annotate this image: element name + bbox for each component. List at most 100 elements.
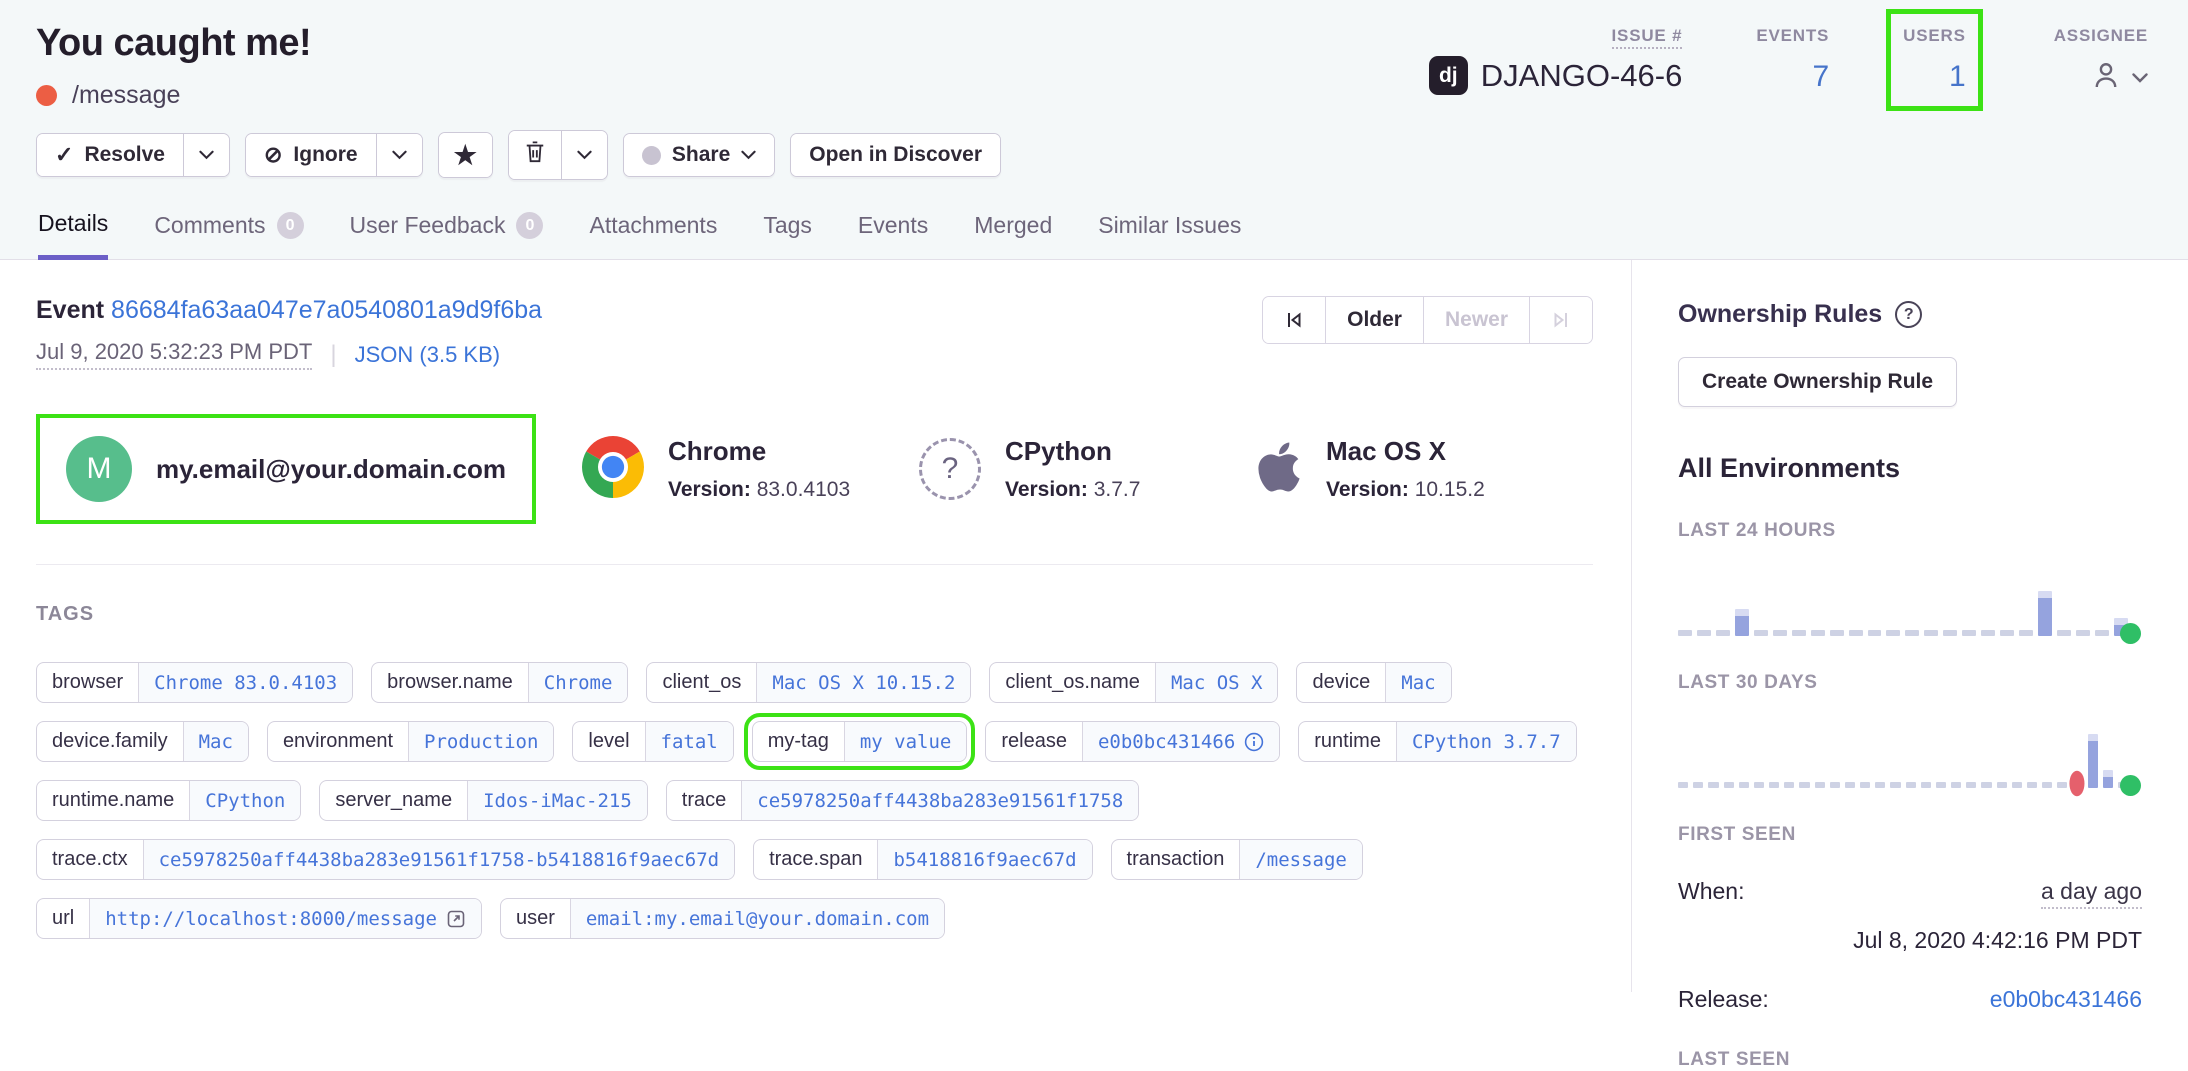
tag-value-link[interactable]: http://localhost:8000/message: [89, 899, 481, 938]
delete-dropdown-button[interactable]: [561, 131, 607, 179]
events-count[interactable]: 7: [1756, 60, 1829, 94]
oldest-event-button[interactable]: [1263, 297, 1325, 343]
issue-short-id-text: DJANGO-46-6: [1481, 58, 1683, 94]
tag-value-link[interactable]: Chrome: [528, 663, 628, 702]
external-link-icon[interactable]: [446, 909, 466, 929]
share-button[interactable]: Share: [624, 134, 774, 176]
tag-key: runtime: [1299, 722, 1396, 761]
tag-key: client_os.name: [990, 663, 1155, 702]
delete-button[interactable]: [509, 131, 561, 179]
event-pagination: Older Newer: [1262, 296, 1593, 344]
version-label: Version:: [1005, 478, 1088, 501]
stat-issue-number: ISSUE # dj DJANGO-46-6: [1429, 26, 1683, 95]
tag-server_name: server_nameIdos-iMac-215: [319, 780, 647, 821]
version-label: Version:: [668, 478, 751, 501]
chart-baseline-dash: [1924, 630, 1938, 636]
tab-tags[interactable]: Tags: [763, 210, 812, 259]
star-icon: ★: [454, 142, 477, 168]
discover-button-group: Open in Discover: [790, 133, 1001, 177]
tag-value-link[interactable]: ce5978250aff4438ba283e91561f1758-b541881…: [143, 840, 735, 879]
environments-heading: All Environments: [1678, 453, 2142, 484]
tag-value-link[interactable]: Mac: [1385, 663, 1450, 702]
issue-short-id[interactable]: dj DJANGO-46-6: [1429, 56, 1683, 95]
tag-value-link[interactable]: fatal: [645, 722, 733, 761]
help-question-icon[interactable]: ?: [1895, 301, 1922, 328]
ignore-button[interactable]: ⊘ Ignore: [246, 134, 376, 176]
tab-comments[interactable]: Comments0: [154, 210, 303, 259]
ignore-dropdown-button[interactable]: [376, 134, 422, 176]
last-30-days-label: LAST 30 DAYS: [1678, 672, 2142, 694]
chart-baseline-dash: [1962, 630, 1976, 636]
tag-value-link[interactable]: Mac OS X: [1155, 663, 1278, 702]
user-avatar: M: [66, 436, 132, 502]
users-count[interactable]: 1: [1903, 60, 1966, 94]
tag-value-link[interactable]: email:my.email@your.domain.com: [570, 899, 944, 938]
tag-key: trace.span: [754, 840, 877, 879]
chart-last-24-hours: [1678, 572, 2128, 636]
runtime-version: 3.7.7: [1094, 478, 1141, 501]
tab-attachments[interactable]: Attachments: [589, 210, 717, 259]
info-icon[interactable]: [1244, 732, 1264, 752]
tag-value-link[interactable]: ce5978250aff4438ba283e91561f1758: [741, 781, 1138, 820]
tag-value-link[interactable]: my value: [844, 722, 967, 761]
chart-baseline-dash: [2057, 630, 2071, 636]
tag-value-link[interactable]: /message: [1239, 840, 1362, 879]
tag-value-link[interactable]: Production: [408, 722, 553, 761]
first-seen-release-link[interactable]: e0b0bc431466: [1990, 986, 2142, 1013]
chart-baseline-dash: [1792, 630, 1806, 636]
tag-value-link[interactable]: Idos-iMac-215: [467, 781, 647, 820]
unknown-runtime-icon: ?: [919, 438, 981, 500]
check-icon: ✓: [55, 144, 73, 166]
event-id-link[interactable]: 86684fa63aa047e7a0540801a9d9f6ba: [111, 296, 542, 324]
last-seen-label: LAST SEEN: [1678, 1049, 2142, 1071]
bookmark-star-button[interactable]: ★: [439, 133, 492, 177]
tabs: Details Comments0 User Feedback0 Attachment…: [36, 210, 2148, 259]
resolve-dropdown-button[interactable]: [183, 134, 229, 176]
tag-value-link[interactable]: Mac: [183, 722, 248, 761]
tag-key: runtime.name: [37, 781, 189, 820]
chart-marker-green: [2120, 623, 2141, 644]
share-button-group: Share: [623, 133, 775, 177]
share-label: Share: [672, 143, 730, 167]
tag-key: client_os: [647, 663, 756, 702]
chart-marker-green: [2120, 775, 2141, 796]
tag-runtime.name: runtime.nameCPython: [36, 780, 301, 821]
older-event-button[interactable]: Older: [1325, 297, 1423, 343]
tag-value-link[interactable]: Mac OS X 10.15.2: [756, 663, 970, 702]
json-download-link[interactable]: JSON (3.5 KB): [355, 342, 500, 368]
issue-header: You caught me! /message ISSUE # dj DJANG…: [0, 0, 2188, 260]
chart-baseline-dash: [1815, 782, 1825, 788]
trash-icon: [524, 140, 546, 170]
assignee-selector[interactable]: [2054, 58, 2148, 97]
os-version: 10.15.2: [1415, 478, 1485, 501]
tab-similar-issues[interactable]: Similar Issues: [1098, 210, 1241, 259]
chart-baseline-dash: [1921, 782, 1931, 788]
tag-client_os.name: client_os.nameMac OS X: [989, 662, 1278, 703]
stat-events: EVENTS 7: [1756, 26, 1829, 94]
tag-value-link[interactable]: e0b0bc431466: [1082, 722, 1279, 761]
chart-baseline-dash: [2019, 630, 2033, 636]
os-name: Mac OS X: [1326, 436, 1485, 467]
resolve-button[interactable]: ✓ Resolve: [37, 134, 183, 176]
create-ownership-rule-button[interactable]: Create Ownership Rule: [1678, 357, 1957, 407]
tab-label: Attachments: [589, 212, 717, 239]
tag-release: releasee0b0bc431466: [985, 721, 1280, 762]
tab-details[interactable]: Details: [38, 210, 108, 260]
tag-value-link[interactable]: b5418816f9aec67d: [877, 840, 1091, 879]
tag-value-link[interactable]: CPython: [189, 781, 300, 820]
tag-value-link[interactable]: CPython 3.7.7: [1396, 722, 1576, 761]
tab-label: Comments: [154, 212, 265, 239]
chart-last-30-days: [1678, 724, 2128, 788]
tab-user-feedback[interactable]: User Feedback0: [350, 210, 544, 259]
open-in-discover-button[interactable]: Open in Discover: [791, 134, 1000, 176]
chart-baseline-dash: [1784, 782, 1794, 788]
chart-baseline-dash: [2057, 782, 2067, 788]
chevron-down-icon: [199, 150, 214, 160]
tag-key: trace.ctx: [37, 840, 143, 879]
context-card-os: Mac OS X Version: 10.15.2: [1256, 436, 1593, 502]
event-context-summary: M my.email@your.domain.com Chrome: [36, 414, 1593, 565]
tag-key: transaction: [1112, 840, 1240, 879]
tab-merged[interactable]: Merged: [974, 210, 1052, 259]
tag-value-link[interactable]: Chrome 83.0.4103: [138, 663, 352, 702]
tab-events[interactable]: Events: [858, 210, 928, 259]
